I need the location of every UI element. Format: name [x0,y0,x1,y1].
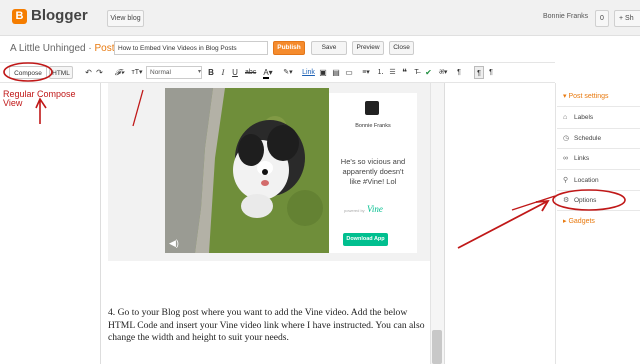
annotation-overlay [3,62,626,249]
